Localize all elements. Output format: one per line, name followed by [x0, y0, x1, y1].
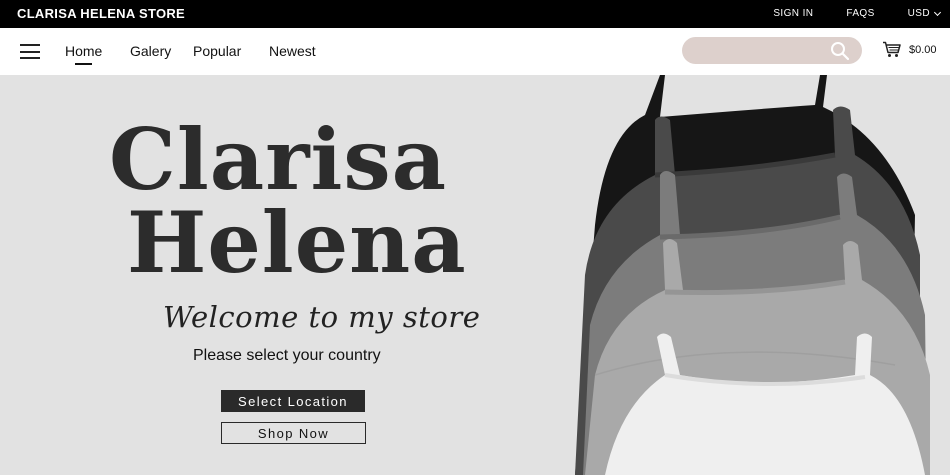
store-logo: Clarisa Helena	[109, 110, 467, 282]
search-icon[interactable]	[830, 41, 850, 61]
sign-in-link[interactable]: SIGN IN	[773, 8, 813, 19]
nav-item-newest[interactable]: Newest	[269, 43, 316, 59]
select-location-button[interactable]: Select Location	[221, 390, 365, 412]
nav-item-home[interactable]: Home	[65, 43, 102, 65]
top-bar: CLARISA HELENA STORE SIGN IN FAQS USD	[0, 0, 950, 28]
cart-total: $0.00	[909, 43, 937, 56]
faqs-link[interactable]: FAQS	[846, 8, 874, 19]
chevron-down-icon	[933, 8, 942, 16]
welcome-tagline: Welcome to my store	[163, 300, 481, 334]
hamburger-menu-icon[interactable]	[20, 44, 40, 59]
store-brand[interactable]: CLARISA HELENA STORE	[17, 6, 185, 21]
hero-banner: Clarisa Helena Welcome to my store Pleas…	[0, 75, 950, 475]
nav-item-popular[interactable]: Popular	[193, 43, 241, 59]
nav-item-galery[interactable]: Galery	[130, 43, 171, 59]
main-nav: Home Galery Popular Newest $0.00	[0, 28, 950, 75]
cart-icon	[883, 41, 901, 57]
top-links: SIGN IN FAQS USD	[740, 8, 942, 19]
country-prompt: Please select your country	[193, 347, 381, 364]
shop-now-button[interactable]: Shop Now	[221, 422, 366, 444]
currency-selector[interactable]: USD	[907, 8, 942, 19]
cart-button[interactable]: $0.00	[882, 41, 937, 58]
camisole-tops-image	[575, 75, 930, 475]
currency-label: USD	[907, 8, 930, 19]
logo-line-2: Helena	[127, 193, 467, 282]
